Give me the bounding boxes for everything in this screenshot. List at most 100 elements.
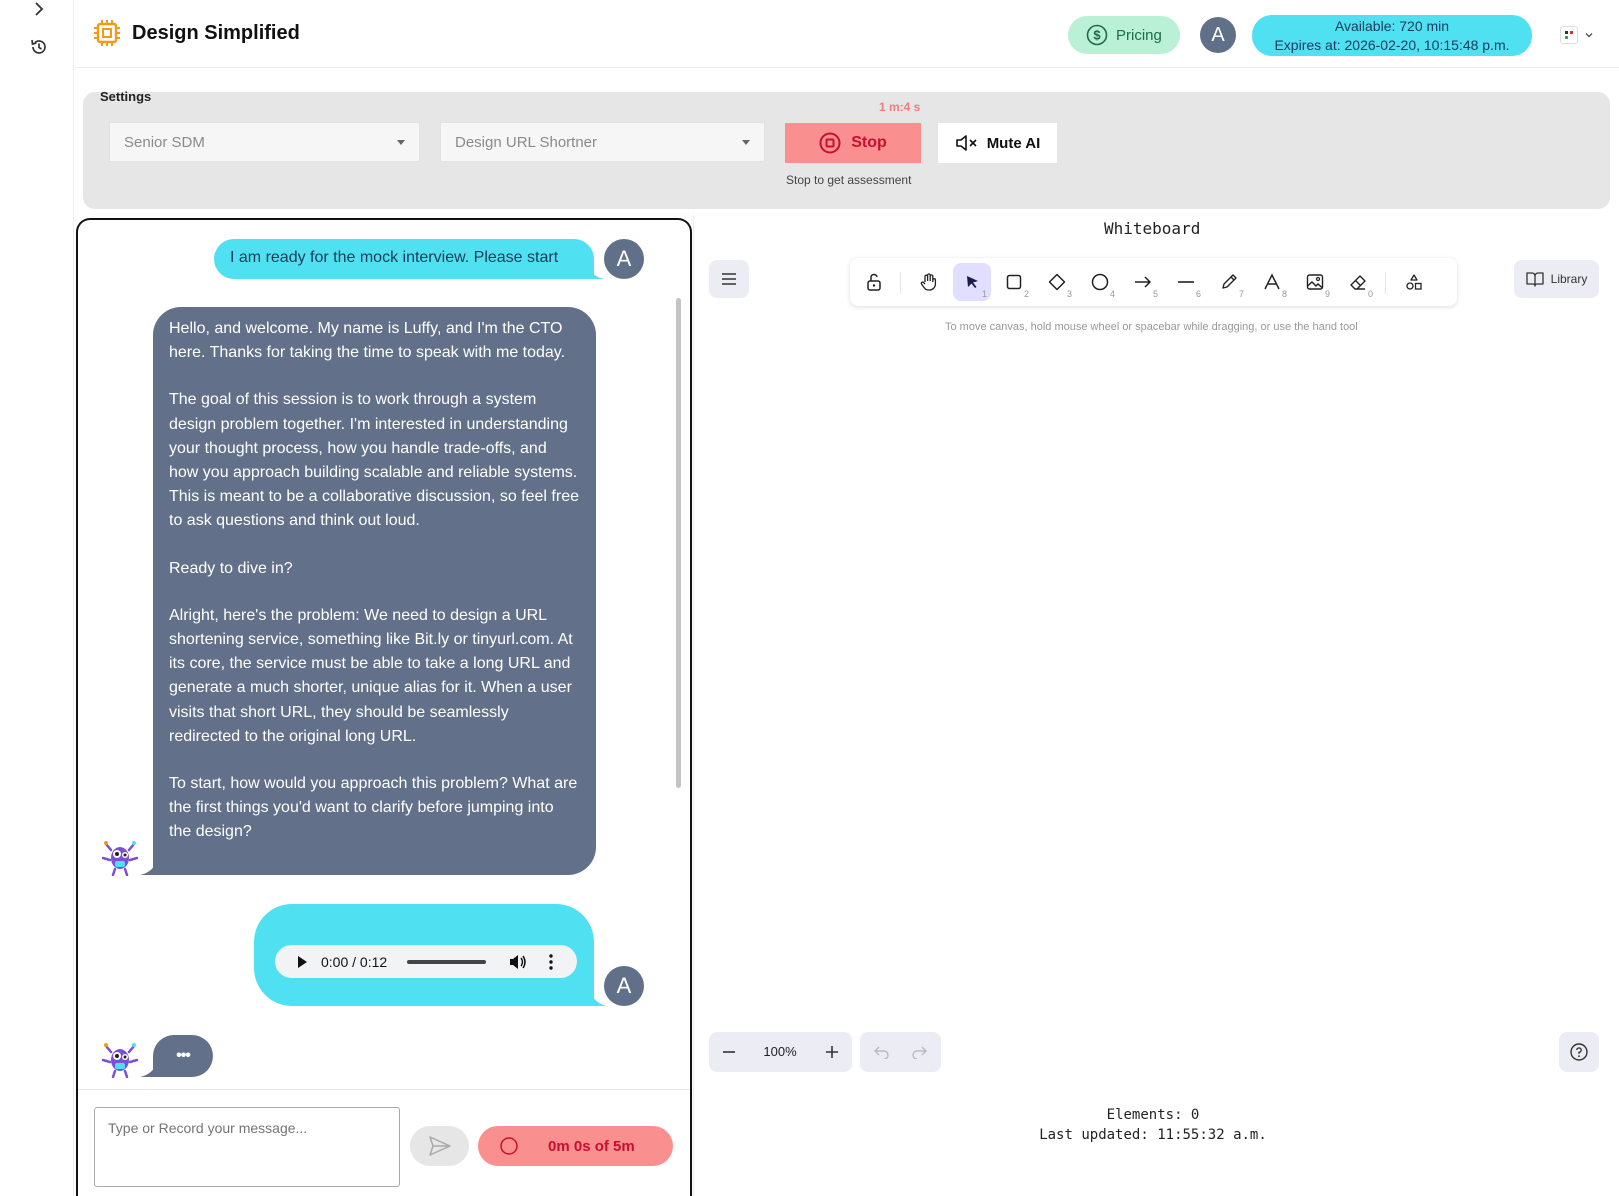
bot-avatar-icon bbox=[101, 1038, 139, 1079]
library-button[interactable]: Library bbox=[1514, 260, 1599, 298]
pencil-icon bbox=[1222, 274, 1237, 289]
lock-tool[interactable] bbox=[855, 263, 893, 301]
hand-tool[interactable] bbox=[910, 263, 948, 301]
bot-paragraph: Alright, here's the problem: We need to … bbox=[169, 606, 573, 745]
bot-paragraph: The goal of this session is to work thro… bbox=[169, 391, 579, 530]
image-tool[interactable]: 9 bbox=[1296, 263, 1334, 301]
usage-badge: Available: 720 min Expires at: 2026-02-2… bbox=[1252, 15, 1532, 56]
arrow-right-icon bbox=[1135, 276, 1152, 288]
line-icon bbox=[1178, 281, 1194, 283]
pricing-button[interactable]: $ Pricing bbox=[1068, 16, 1180, 54]
text-icon bbox=[1264, 273, 1280, 290]
dollar-circle-icon: $ bbox=[1086, 24, 1108, 46]
speaker-mute-icon bbox=[955, 135, 977, 151]
zoom-in-button[interactable] bbox=[820, 1040, 844, 1064]
bot-avatar-icon bbox=[101, 836, 139, 877]
shortcut-key: 4 bbox=[1109, 289, 1115, 299]
eraser-tool[interactable]: 0 bbox=[1339, 263, 1377, 301]
chevron-down-icon bbox=[1585, 33, 1593, 38]
play-icon[interactable] bbox=[295, 955, 309, 969]
undo-button[interactable] bbox=[872, 1042, 892, 1062]
shortcut-key: 8 bbox=[1281, 289, 1287, 299]
minus-icon bbox=[723, 1051, 735, 1053]
user-avatar[interactable]: A bbox=[1200, 17, 1236, 53]
record-button[interactable]: 0m 0s of 5m bbox=[478, 1126, 673, 1166]
book-icon bbox=[1526, 272, 1544, 287]
message-input[interactable] bbox=[94, 1107, 400, 1187]
audio-time: 0:00 / 0:12 bbox=[321, 953, 388, 970]
pencil-tool[interactable]: 7 bbox=[1210, 263, 1248, 301]
chat-scrollbar[interactable] bbox=[676, 298, 681, 788]
stop-caption: Stop to get assessment bbox=[786, 173, 912, 187]
elements-count: Elements: 0 bbox=[1106, 1107, 1200, 1123]
line-tool[interactable]: 6 bbox=[1167, 263, 1205, 301]
shortcut-key: 3 bbox=[1066, 289, 1072, 299]
chevron-right-icon[interactable] bbox=[28, 0, 50, 20]
send-button[interactable] bbox=[410, 1126, 469, 1166]
selection-tool[interactable]: 1 bbox=[953, 263, 991, 301]
chip-logo-icon bbox=[92, 18, 122, 48]
bubble-tail bbox=[586, 262, 604, 279]
flag-icon bbox=[1560, 26, 1578, 44]
diamond-icon bbox=[1048, 273, 1066, 291]
bubble-tail bbox=[140, 1060, 158, 1077]
zoom-out-button[interactable] bbox=[717, 1040, 741, 1064]
left-rail bbox=[0, 0, 74, 1196]
redo-icon bbox=[912, 1046, 927, 1059]
audio-progress[interactable] bbox=[407, 959, 487, 964]
mute-label: Mute AI bbox=[986, 134, 1041, 152]
ellipse-tool[interactable]: 4 bbox=[1081, 263, 1119, 301]
text-tool[interactable]: 8 bbox=[1253, 263, 1291, 301]
zoom-controls: 100% bbox=[709, 1032, 852, 1072]
top-header: Design Simplified $ Pricing A Available:… bbox=[74, 0, 1619, 68]
undo-icon bbox=[874, 1046, 889, 1059]
record-label: 0m 0s of 5m bbox=[548, 1137, 635, 1155]
hamburger-menu-button[interactable] bbox=[709, 260, 749, 298]
bot-paragraph: To start, how would you approach this pr… bbox=[169, 775, 578, 841]
history-icon[interactable] bbox=[28, 36, 50, 58]
shortcut-key: 0 bbox=[1367, 289, 1373, 299]
language-switcher[interactable] bbox=[1560, 24, 1600, 46]
user-avatar: A bbox=[604, 239, 644, 279]
redo-button[interactable] bbox=[909, 1042, 929, 1062]
shapes-icon bbox=[1406, 274, 1422, 290]
shortcut-key: 1 bbox=[981, 289, 987, 299]
zoom-level[interactable]: 100% bbox=[757, 1044, 803, 1059]
role-select[interactable]: Senior SDM bbox=[109, 122, 420, 162]
settings-panel: Settings Senior SDM Design URL Shortner … bbox=[83, 89, 1610, 209]
shortcut-key: 7 bbox=[1238, 289, 1244, 299]
divider bbox=[693, 215, 694, 1196]
arrow-tool[interactable]: 5 bbox=[1124, 263, 1162, 301]
whiteboard-toolbar: 1 2 3 4 5 6 7 8 9 0 bbox=[850, 258, 1457, 306]
role-select-value: Senior SDM bbox=[124, 133, 205, 151]
bubble-tail bbox=[140, 858, 158, 875]
problem-select[interactable]: Design URL Shortner bbox=[440, 122, 765, 162]
stop-button[interactable]: Stop bbox=[785, 123, 921, 163]
mute-ai-button[interactable]: Mute AI bbox=[938, 123, 1057, 163]
canvas-hint: To move canvas, hold mouse wheel or spac… bbox=[945, 321, 1358, 333]
stop-label: Stop bbox=[851, 134, 887, 151]
shortcut-key: 9 bbox=[1324, 289, 1330, 299]
library-label: Library bbox=[1550, 272, 1588, 286]
last-updated: Last updated: 11:55:32 a.m. bbox=[1039, 1127, 1267, 1143]
bot-paragraph: Ready to dive in? bbox=[169, 559, 293, 577]
svg-text:$: $ bbox=[1093, 28, 1101, 43]
more-shapes-tool[interactable] bbox=[1395, 263, 1433, 301]
volume-icon[interactable] bbox=[509, 954, 527, 970]
elapsed-timer: 1 m:4 s bbox=[879, 100, 921, 114]
history-controls bbox=[860, 1032, 941, 1072]
image-icon bbox=[1306, 274, 1324, 290]
circle-icon bbox=[1091, 273, 1109, 291]
user-message: I am ready for the mock interview. Pleas… bbox=[214, 239, 594, 279]
diamond-tool[interactable]: 3 bbox=[1038, 263, 1076, 301]
rectangle-tool[interactable]: 2 bbox=[995, 263, 1033, 301]
more-vertical-icon[interactable] bbox=[549, 953, 553, 970]
whiteboard-status: Elements: 0 Last updated: 11:55:32 a.m. bbox=[1000, 1105, 1306, 1145]
plus-icon bbox=[826, 1046, 838, 1058]
help-button[interactable] bbox=[1559, 1032, 1599, 1072]
caret-down-icon bbox=[397, 140, 405, 145]
hand-icon bbox=[920, 273, 937, 291]
typing-indicator: ••• bbox=[153, 1035, 213, 1077]
audio-player[interactable]: 0:00 / 0:12 bbox=[275, 945, 577, 978]
divider bbox=[1385, 272, 1386, 294]
